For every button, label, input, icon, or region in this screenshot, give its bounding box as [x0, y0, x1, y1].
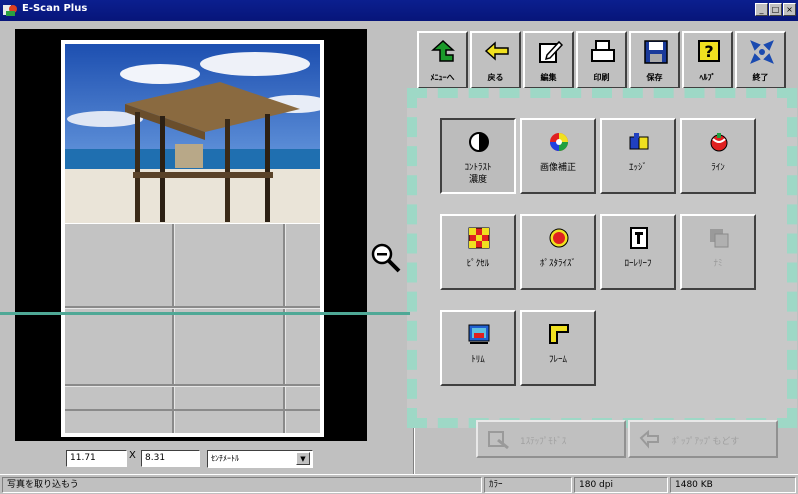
trim-icon — [468, 323, 490, 345]
tool-label: ｺﾝﾄﾗｽﾄ 濃度 — [464, 163, 492, 185]
title-bar: E-Scan Plus — [0, 0, 798, 21]
help-button[interactable]: ? ﾍﾙﾌﾟ — [682, 31, 733, 89]
callout-line — [0, 312, 410, 315]
zoom-out-icon[interactable] — [366, 238, 406, 278]
chevron-down-icon[interactable]: ▼ — [296, 452, 310, 465]
tool-contrast[interactable]: ｺﾝﾄﾗｽﾄ 濃度 — [440, 118, 516, 194]
height-field[interactable]: 8.31 — [141, 450, 200, 467]
line-icon — [708, 131, 730, 153]
save-button[interactable]: 保存 — [629, 31, 680, 89]
thumbnail-grid[interactable] — [65, 224, 320, 433]
exit-icon — [749, 39, 775, 65]
window-title: E-Scan Plus — [22, 3, 88, 14]
frame-icon — [548, 323, 570, 345]
status-color-mode: ｶﾗｰ — [484, 477, 572, 493]
status-size: 1480 KB — [670, 477, 796, 493]
edit-icon — [537, 39, 564, 65]
pixel-icon — [468, 227, 490, 249]
maximize-button[interactable]: □ — [769, 3, 782, 16]
popup-restore-button[interactable]: ﾎﾟｯﾌﾟｱｯﾌﾟもどす — [628, 420, 778, 458]
tool-low-relief[interactable]: ﾛｰﾚﾘｰﾌ — [600, 214, 676, 290]
low-relief-icon — [628, 227, 650, 249]
tool-edge[interactable]: ｴｯｼﾞ — [600, 118, 676, 194]
restore-icon — [638, 428, 664, 452]
tool-wave[interactable]: ﾅﾐ — [680, 214, 756, 290]
contrast-icon — [468, 131, 490, 153]
tool-trim[interactable]: ﾄﾘﾑ — [440, 310, 516, 386]
edge-icon — [628, 131, 650, 153]
color-wheel-icon — [548, 131, 570, 153]
tool-color-correction[interactable]: 画像補正 — [520, 118, 596, 194]
coord-separator: X — [129, 450, 136, 461]
tool-frame[interactable]: ﾌﾚｰﾑ — [520, 310, 596, 386]
undo-icon — [486, 428, 512, 452]
edit-button[interactable]: 編集 — [523, 31, 574, 89]
printer-icon — [590, 39, 616, 65]
print-button[interactable]: 印刷 — [576, 31, 627, 89]
close-button[interactable]: × — [783, 3, 796, 16]
width-field[interactable]: 11.71 — [66, 450, 127, 467]
app-icon — [3, 3, 18, 17]
left-arrow-icon — [484, 39, 510, 65]
tool-posterize[interactable]: ﾎﾟｽﾀﾗｲｽﾞ — [520, 214, 596, 290]
floppy-disk-icon — [643, 39, 669, 65]
status-dpi: 180 dpi — [574, 477, 668, 493]
menu-button[interactable]: ﾒﾆｭｰへ — [417, 31, 468, 89]
status-message: 写真を取り込もう — [2, 477, 482, 493]
preview-photo[interactable] — [65, 44, 320, 223]
minimize-button[interactable]: _ — [755, 3, 768, 16]
posterize-icon — [548, 227, 570, 249]
one-step-back-button[interactable]: 1ｽﾃｯﾌﾟﾓﾄﾞｽ — [476, 420, 626, 458]
help-icon: ? — [696, 39, 722, 65]
back-arrow-icon — [431, 39, 457, 65]
wave-icon — [708, 227, 730, 249]
tool-line[interactable]: ﾗｲﾝ — [680, 118, 756, 194]
back-button[interactable]: 戻る — [470, 31, 521, 89]
exit-button[interactable]: 終了 — [735, 31, 786, 89]
svg-text:?: ? — [704, 42, 713, 61]
tool-pixel[interactable]: ﾋﾟｸｾﾙ — [440, 214, 516, 290]
